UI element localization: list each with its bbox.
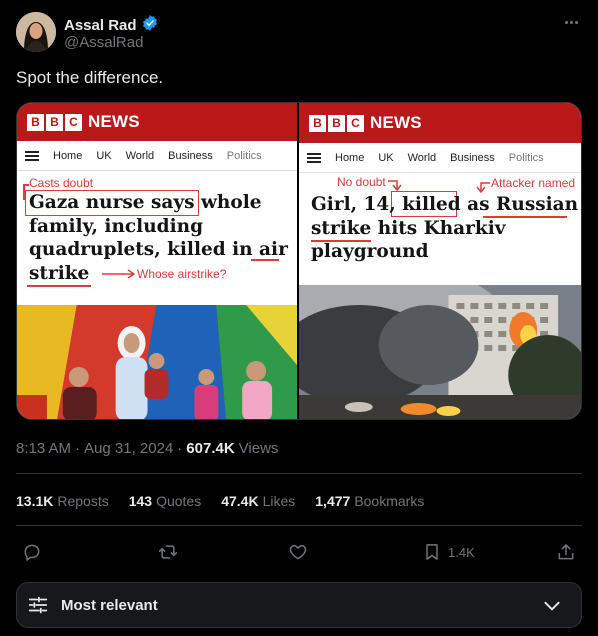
left-headline-line-3: quadruplets, killed in air: [29, 239, 288, 260]
sort-label: Most relevant: [61, 596, 158, 614]
bbc-news-word: NEWS: [370, 113, 422, 132]
nav-uk: UK: [96, 149, 112, 162]
nav-home: Home: [53, 149, 83, 162]
more-options-icon[interactable]: [560, 12, 582, 32]
tweet-media[interactable]: B B C NEWS Home UK World Business Politi…: [16, 102, 582, 420]
bbc-news-bar: B B C NEWS: [299, 103, 581, 143]
bookmarks-label: Bookmarks: [354, 493, 425, 509]
menu-icon: [307, 152, 321, 163]
reposts-count: 13.1K: [16, 493, 54, 509]
right-headline-line-1: Girl, 14, killed as Russian: [311, 194, 579, 215]
tweet-date[interactable]: Aug 31, 2024: [84, 440, 173, 457]
tweet-action-bar: 1.4K: [16, 538, 582, 566]
bbc-box-b2: B: [328, 114, 345, 132]
quotes-count: 143: [128, 493, 153, 509]
bookmark-icon: [426, 544, 438, 560]
nav-world: World: [125, 149, 155, 162]
nav-politics: Politics: [508, 151, 544, 164]
reposts-label: Reposts: [57, 493, 109, 509]
kharkiv-strike-photo: [299, 285, 581, 419]
bbc-box-b1: B: [309, 114, 326, 132]
views-count: 607.4K: [186, 440, 235, 457]
share-icon[interactable]: [556, 538, 576, 566]
right-headline-line-2: strike hits Kharkiv: [311, 217, 506, 239]
media-right-bbc-screenshot: B B C NEWS Home UK World Business Politi…: [299, 103, 581, 419]
likes-stat[interactable]: 47.4K Likes: [221, 493, 295, 509]
divider: [16, 473, 582, 474]
bbc-news-word: NEWS: [88, 112, 140, 131]
tweet-text: Spot the difference.: [16, 68, 164, 87]
menu-icon: [25, 150, 39, 161]
tweet-meta: 8:13 AM · Aug 31, 2024 · 607.4K Views: [16, 440, 278, 457]
arrow-right-icon: [102, 269, 136, 279]
left-headline-line-1: Gaza nurse says whole: [29, 192, 262, 213]
right-headline: Girl, 14, killed as Russian strike hits …: [311, 193, 578, 264]
bookmarks-count: 1,477: [315, 493, 351, 509]
annotation-casts-doubt: Casts doubt: [29, 176, 94, 190]
reposts-stat[interactable]: 13.1K Reposts: [16, 493, 109, 509]
tweet-stats: 13.1K Reposts 143 Quotes 47.4K Likes 1,477 B…: [16, 493, 424, 509]
nav-world: World: [407, 151, 437, 164]
nav-uk: UK: [378, 151, 394, 164]
quotes-stat[interactable]: 143 Quotes: [129, 493, 202, 509]
family-photo: [17, 305, 297, 419]
right-headline-line-3: playground: [311, 241, 429, 262]
underline-strike: [311, 240, 371, 242]
underline-russian: [483, 216, 567, 218]
bookmark-button[interactable]: 1.4K: [422, 538, 475, 566]
nav-business: Business: [168, 149, 213, 162]
media-left-bbc-screenshot: B B C NEWS Home UK World Business Politi…: [17, 103, 297, 419]
quotes-label: Quotes: [156, 493, 202, 509]
likes-count: 47.4K: [221, 493, 259, 509]
meta-separator: ·: [75, 440, 81, 457]
underline-air: [251, 259, 279, 261]
nav-politics: Politics: [226, 149, 262, 162]
arrow-down-icon: [388, 180, 402, 191]
views-label: Views: [238, 440, 279, 457]
bbc-box-c: C: [347, 114, 364, 132]
bookmarks-stat[interactable]: 1,477 Bookmarks: [315, 493, 424, 509]
reply-icon[interactable]: [22, 538, 42, 566]
tweet-header: Assal Rad @AssalRad: [16, 10, 582, 54]
underline-strike: [27, 285, 91, 287]
avatar[interactable]: [16, 12, 56, 52]
annotation-attacker-named: Attacker named: [491, 176, 576, 190]
author-display-name[interactable]: Assal Rad: [64, 17, 137, 34]
sort-replies-selector[interactable]: Most relevant: [16, 582, 582, 628]
annotation-whose-airstrike: Whose airstrike?: [137, 267, 227, 281]
bbc-news-bar: B B C NEWS: [17, 103, 297, 141]
bookmark-count: 1.4K: [448, 544, 475, 560]
bbc-navbar: Home UK World Business Politics: [17, 141, 297, 171]
likes-label: Likes: [262, 493, 296, 509]
nav-business: Business: [450, 151, 495, 164]
annotation-no-doubt: No doubt: [337, 175, 386, 189]
like-icon[interactable]: [288, 538, 308, 566]
nav-home: Home: [335, 151, 365, 164]
filter-sliders-icon: [28, 596, 48, 614]
bbc-navbar: Home UK World Business Politics: [299, 143, 581, 173]
repost-icon[interactable]: [158, 538, 178, 566]
chevron-down-icon: [544, 601, 560, 611]
arrow-down-icon: [476, 182, 490, 193]
left-headline-line-2: family, including: [29, 215, 204, 237]
divider: [16, 525, 582, 526]
tweet-time[interactable]: 8:13 AM: [16, 440, 71, 457]
meta-separator: ·: [177, 440, 183, 457]
author-handle[interactable]: @AssalRad: [64, 34, 143, 51]
bbc-box-c: C: [65, 113, 82, 131]
bbc-box-b1: B: [27, 113, 44, 131]
bbc-box-b2: B: [46, 113, 63, 131]
